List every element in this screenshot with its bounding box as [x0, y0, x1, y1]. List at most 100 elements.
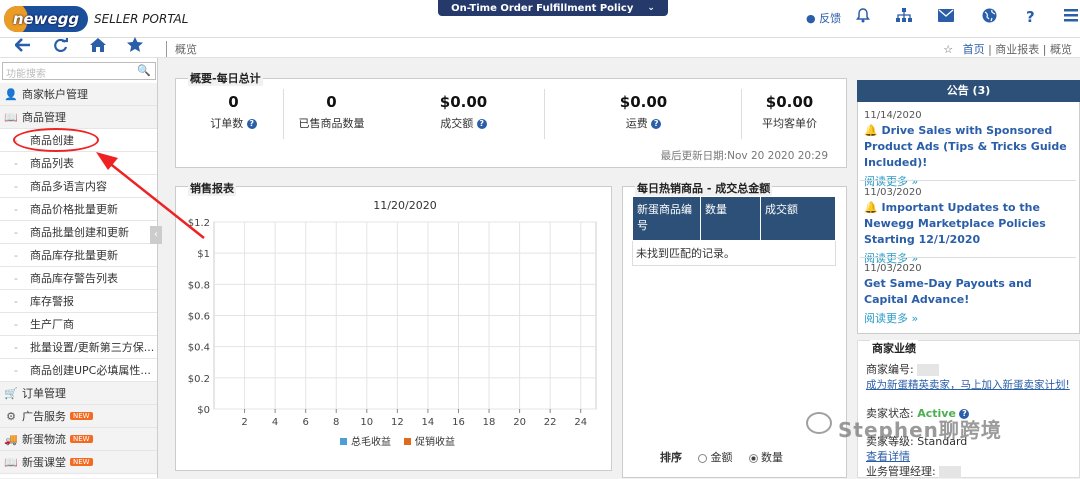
bell-icon[interactable]: [856, 8, 870, 27]
view-details-link[interactable]: 查看详情: [866, 450, 910, 463]
hot-products-title: 每日热销商品 - 成交总金额: [635, 180, 773, 196]
comment-icon: ●: [806, 12, 816, 25]
help-icon[interactable]: ?: [246, 119, 257, 129]
announcement-link[interactable]: Get Same-Day Payouts and Capital Advance…: [864, 276, 1074, 308]
announcement-link[interactable]: Drive Sales with Sponsored Product Ads (…: [864, 124, 1067, 169]
breadcrumb: ☆ 首页 | 商业报表 | 概览: [943, 43, 1072, 56]
sort-amount-radio[interactable]: 金额: [698, 449, 733, 465]
empty-message: 未找到匹配的记录。: [632, 240, 836, 266]
x-tick-label: 16: [452, 417, 465, 428]
x-tick-label: 12: [391, 417, 404, 428]
y-tick-label: $0.6: [188, 312, 210, 323]
sidebar-item[interactable]: 🛒 订单管理: [0, 382, 157, 405]
search-icon[interactable]: 🔍: [137, 64, 151, 77]
sidebar-item-label: 商品列表: [30, 157, 74, 170]
mail-icon[interactable]: [938, 8, 954, 26]
book-icon: 📖: [4, 455, 18, 469]
new-badge: NEW: [70, 412, 93, 420]
sidebar-item[interactable]: 商品多语言内容: [0, 175, 157, 198]
back-arrow-icon[interactable]: [14, 38, 31, 56]
collapse-sidebar-button[interactable]: ‹: [150, 226, 162, 244]
breadcrumb-home[interactable]: 首页: [963, 43, 985, 56]
sidebar-item[interactable]: 📖 新蛋课堂 NEW: [0, 451, 157, 474]
sort-quantity-radio[interactable]: 数量: [748, 449, 783, 465]
portal-title: SELLER PORTAL: [94, 12, 189, 26]
y-tick-label: $0.2: [188, 374, 210, 385]
legend-label: 总毛收益: [351, 435, 391, 448]
sidebar-item-label: 商品多语言内容: [30, 180, 107, 193]
new-badge: NEW: [70, 458, 93, 466]
sidebar-item-label: 生产厂商: [30, 318, 74, 331]
new-badge: NEW: [70, 435, 93, 443]
sitemap-icon[interactable]: [896, 8, 912, 27]
newegg-logo[interactable]: newegg SELLER PORTAL: [4, 6, 188, 32]
sidebar-item[interactable]: 生产厂商: [0, 313, 157, 336]
help-icon[interactable]: ?: [476, 119, 487, 129]
announcement-item: 11/03/2020 🔔 Important Updates to the Ne…: [864, 187, 1074, 266]
stat-orders: 0 订单数 ?: [186, 93, 281, 131]
refresh-icon[interactable]: [53, 37, 69, 56]
stat-shipping: $0.00 运费 ?: [619, 93, 668, 130]
legend-label: 促销收益: [415, 435, 455, 448]
col-item-number[interactable]: 新蛋商品编号: [632, 196, 701, 241]
globe-icon[interactable]: [982, 8, 997, 27]
home-icon[interactable]: [90, 38, 106, 56]
policy-dropdown[interactable]: On-Time Order Fulfillment Policy ⌄: [438, 0, 668, 16]
sidebar-item[interactable]: 批量设置/更新第三方保...: [0, 336, 157, 359]
breadcrumb-reports[interactable]: 商业报表: [995, 43, 1039, 56]
seller-performance-panel: 商家业绩 商家编号: 成为新蛋精英卖家，马上加入新蛋卖家计划! 卖家状态: Ac…: [857, 340, 1080, 478]
table-header-row: 新蛋商品编号 数量 成交额: [632, 196, 836, 241]
book-icon: 📖: [4, 110, 18, 124]
sidebar-item[interactable]: 📖 商品管理: [0, 106, 157, 129]
col-amount[interactable]: 成交额: [760, 196, 836, 241]
stat-items-sold: 0 已售商品数量: [298, 93, 365, 130]
star-outline-icon[interactable]: ☆: [943, 43, 953, 56]
sidebar-item[interactable]: 商品库存警告列表: [0, 267, 157, 290]
watermark: Stephen聊跨境: [838, 418, 1002, 442]
chevron-down-icon: ⌄: [647, 3, 655, 13]
y-tick-label: $1: [197, 249, 210, 260]
join-program-link[interactable]: 成为新蛋精英卖家，马上加入新蛋卖家计划!: [866, 379, 1070, 391]
bell-icon: 🔔: [864, 201, 878, 214]
truck-icon: 🚚: [4, 432, 18, 446]
sidebar-item-label: 商品管理: [22, 111, 66, 124]
sort-controls: 排序 金额 数量: [660, 449, 783, 465]
summary-title: 概要-每日总计: [188, 70, 263, 86]
sidebar-item[interactable]: 👤 商家帐户管理: [0, 83, 157, 106]
x-tick-label: 22: [544, 417, 557, 428]
help-icon[interactable]: ?: [1026, 8, 1035, 26]
read-more-link[interactable]: 阅读更多 »: [864, 310, 1074, 326]
help-icon[interactable]: ?: [651, 119, 662, 129]
announcement-link[interactable]: Important Updates to the Newegg Marketpl…: [864, 201, 1046, 246]
sort-label: 排序: [660, 451, 682, 464]
page-title: 概览: [166, 41, 197, 57]
sidebar-item[interactable]: 商品价格批量更新: [0, 198, 157, 221]
user-icon: 👤: [4, 87, 18, 101]
sidebar-item[interactable]: 🚚 新蛋物流 NEW: [0, 428, 157, 451]
summary-panel: 概要-每日总计 0 订单数 ? 0 已售商品数量 $0.00 成交额 ? $0.…: [175, 70, 847, 168]
star-icon[interactable]: [127, 37, 143, 56]
sidebar-item-label: 广告服务: [22, 410, 66, 423]
sidebar-item-label: 商品创建UPC必填属性...: [30, 364, 151, 377]
bell-icon: 🔔: [864, 124, 878, 137]
sidebar-item[interactable]: 商品列表: [0, 152, 157, 175]
sidebar-item[interactable]: 商品批量创建和更新: [0, 221, 157, 244]
x-tick-label: 14: [422, 417, 435, 428]
sidebar-item[interactable]: 商品库存批量更新: [0, 244, 157, 267]
col-quantity[interactable]: 数量: [700, 196, 761, 241]
sidebar-item-label: 批量设置/更新第三方保...: [30, 341, 155, 354]
menu-icon[interactable]: [1064, 8, 1078, 26]
sidebar-item[interactable]: 库存警报: [0, 290, 157, 313]
feedback-link[interactable]: ● 反馈: [806, 10, 841, 26]
sidebar-item[interactable]: 商品创建UPC必填属性...: [0, 359, 157, 382]
cart-icon: 🛒: [4, 386, 18, 400]
hot-products-table: 新蛋商品编号 数量 成交额 未找到匹配的记录。: [632, 196, 836, 266]
search-input[interactable]: 功能搜索 🔍: [2, 62, 156, 80]
x-tick-label: 20: [513, 417, 526, 428]
sidebar-item[interactable]: ⚙ 广告服务 NEW: [0, 405, 157, 428]
sales-line-chart: 11/20/2020$0$0.2$0.4$0.6$0.8$1$1.22 4 6 8 10…: [188, 199, 597, 448]
legend-swatch: [340, 438, 347, 445]
sidebar-item-label: 新蛋物流: [22, 433, 66, 446]
y-tick-label: $1.2: [188, 218, 210, 229]
announcement-item: 11/14/2020 🔔 Drive Sales with Sponsored …: [864, 110, 1074, 189]
